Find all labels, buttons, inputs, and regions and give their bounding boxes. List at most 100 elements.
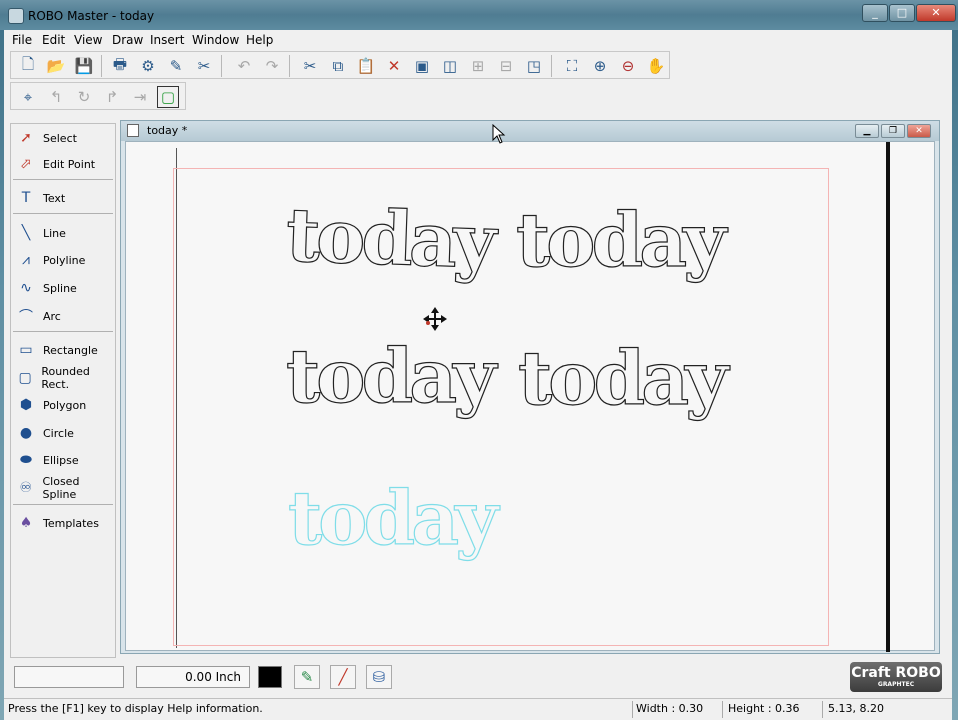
document-window: today * ▁ ❐ ✕ today today today today to… [120, 120, 940, 654]
tool-arc[interactable]: ⌒ Arc [11, 304, 115, 328]
copy-icon[interactable]: ⧉ [327, 55, 349, 77]
ellipse-icon: ⬬ [20, 452, 32, 468]
rectangle-icon: ▭ [19, 342, 33, 358]
weld-icon[interactable]: ⊟ [495, 55, 517, 77]
menu-insert[interactable]: Insert [150, 33, 184, 47]
registration-icon[interactable]: ⌖ [17, 86, 39, 108]
main-toolbar: 🗋 📂 💾 🖶 ⚙ ✎ ✂ ↶ ↷ ✂ ⧉ 📋 ✕ ▣ ◫ ⊞ ⊟ ◳ ⛶ ⊕ … [10, 51, 670, 79]
menu-view[interactable]: View [74, 33, 102, 47]
app-icon [8, 8, 24, 24]
fit-page-icon[interactable]: ⛶ [561, 55, 583, 77]
tool-rounded-rect[interactable]: ▢ Rounded Rect. [11, 365, 115, 391]
rotate-left-icon[interactable]: ↰ [45, 86, 67, 108]
status-height: Height : 0.36 [728, 702, 800, 715]
status-width: Width : 0.30 [636, 702, 704, 715]
tool-closed-spline[interactable]: ♾ Closed Spline [11, 475, 115, 501]
ungroup-icon[interactable]: ◫ [439, 55, 461, 77]
print-icon[interactable]: 🖶 [109, 55, 131, 77]
delete-icon[interactable]: ✕ [383, 55, 405, 77]
no-fill-icon[interactable]: ╱ [330, 665, 356, 689]
page-edge [886, 142, 890, 652]
close-button[interactable]: ✕ [916, 4, 956, 22]
drawing-canvas[interactable]: today today today today today [125, 141, 935, 652]
menu-edit[interactable]: Edit [42, 33, 65, 47]
test-icon[interactable]: ✂ [193, 55, 215, 77]
fill-bucket-icon[interactable]: ⛁ [366, 665, 392, 689]
tool-text[interactable]: T Text [11, 186, 115, 210]
document-title: today * [147, 124, 188, 137]
tool-ellipse[interactable]: ⬬ Ellipse [11, 448, 115, 472]
redo-icon[interactable]: ↷ [261, 55, 283, 77]
tool-circle[interactable]: ● Circle [11, 421, 115, 445]
properties-bar: 0.00 Inch ✎ ╱ ⛁ Craft ROBO GRAPHTEC [4, 658, 952, 698]
text-object[interactable]: today [515, 203, 726, 278]
polygon-icon: ⬢ [19, 397, 33, 413]
minimize-button[interactable]: _ [862, 4, 888, 22]
menu-help[interactable]: Help [246, 33, 273, 47]
mouse-cursor-icon [492, 124, 506, 144]
text-object-selected[interactable]: today [287, 481, 498, 556]
pan-icon[interactable]: ✋ [645, 55, 667, 77]
tool-spline[interactable]: ∿ Spline [11, 276, 115, 300]
arc-icon: ⌒ [19, 309, 33, 325]
window-title: ROBO Master - today [28, 9, 155, 23]
text-object[interactable]: today [517, 341, 728, 416]
cut-icon[interactable]: ✂ [299, 55, 321, 77]
tool-edit-point[interactable]: ⬀ Edit Point [11, 152, 115, 176]
maximize-button[interactable]: □ [889, 4, 915, 22]
app-frame: File Edit View Draw Insert Window Help 🗋… [4, 30, 952, 720]
doc-close-button[interactable]: ✕ [907, 124, 931, 138]
tool-rectangle[interactable]: ▭ Rectangle [11, 338, 115, 362]
menu-window[interactable]: Window [192, 33, 239, 47]
tool-polyline[interactable]: ⩘ Polyline [11, 248, 115, 272]
cutting-margin [173, 168, 829, 646]
open-icon[interactable]: 📂 [45, 55, 67, 77]
save-icon[interactable]: 💾 [73, 55, 95, 77]
flip-icon[interactable]: ↱ [101, 86, 123, 108]
line-color-swatch[interactable] [258, 666, 282, 688]
tool-polygon[interactable]: ⬢ Polygon [11, 393, 115, 417]
zoom-in-icon[interactable]: ⊕ [589, 55, 611, 77]
spline-icon: ∿ [20, 280, 32, 296]
doc-minimize-button[interactable]: ▁ [855, 124, 879, 138]
align-icon[interactable]: ⊞ [467, 55, 489, 77]
line-icon: ╲ [21, 225, 31, 241]
circle-icon: ● [19, 425, 33, 441]
tool-select[interactable]: ➚ Select [11, 126, 115, 150]
pen-color-icon[interactable]: ✎ [294, 665, 320, 689]
cut-settings-icon[interactable]: ⚙ [137, 55, 159, 77]
menu-bar: File Edit View Draw Insert Window Help [4, 30, 952, 50]
resize-icon[interactable]: ◳ [523, 55, 545, 77]
drawing-toolbox: ➚ Select ⬀ Edit Point T Text ╲ Line ⩘ Polylin… [10, 123, 116, 658]
new-icon[interactable]: 🗋 [17, 55, 39, 77]
zoom-out-icon[interactable]: ⊖ [617, 55, 639, 77]
craft-robo-logo: Craft ROBO GRAPHTEC [850, 662, 942, 692]
status-coordinates: 5.13, 8.20 [828, 702, 884, 715]
closed-spline-icon: ♾ [19, 480, 33, 496]
text-icon: T [21, 190, 31, 206]
text-object[interactable]: today [285, 339, 496, 414]
mirror-icon[interactable]: ⇥ [129, 86, 151, 108]
frame-icon[interactable]: ▢ [157, 86, 179, 108]
empty-field[interactable] [14, 666, 124, 688]
move-handle-icon[interactable] [422, 306, 448, 332]
plot-icon[interactable]: ✎ [165, 55, 187, 77]
offset-input[interactable]: 0.00 Inch [136, 666, 250, 688]
group-icon[interactable]: ▣ [411, 55, 433, 77]
paste-icon[interactable]: 📋 [355, 55, 377, 77]
window-titlebar[interactable]: ROBO Master - today _ □ ✕ [0, 0, 958, 30]
tool-line[interactable]: ╲ Line [11, 221, 115, 245]
polyline-icon: ⩘ [22, 252, 30, 268]
text-object[interactable]: today [284, 192, 494, 286]
undo-icon[interactable]: ↶ [233, 55, 255, 77]
secondary-toolbar: ⌖ ↰ ↻ ↱ ⇥ ▢ [10, 82, 186, 110]
status-help-text: Press the [F1] key to display Help infor… [8, 702, 263, 715]
menu-file[interactable]: File [12, 33, 32, 47]
rotate-right-icon[interactable]: ↻ [73, 86, 95, 108]
document-icon [127, 124, 139, 137]
menu-draw[interactable]: Draw [112, 33, 143, 47]
mdi-workspace: today * ▁ ❐ ✕ today today today today to… [116, 116, 944, 658]
document-titlebar[interactable]: today * ▁ ❐ ✕ [121, 121, 939, 141]
doc-restore-button[interactable]: ❐ [881, 124, 905, 138]
tool-templates[interactable]: ♠ Templates [11, 511, 115, 535]
